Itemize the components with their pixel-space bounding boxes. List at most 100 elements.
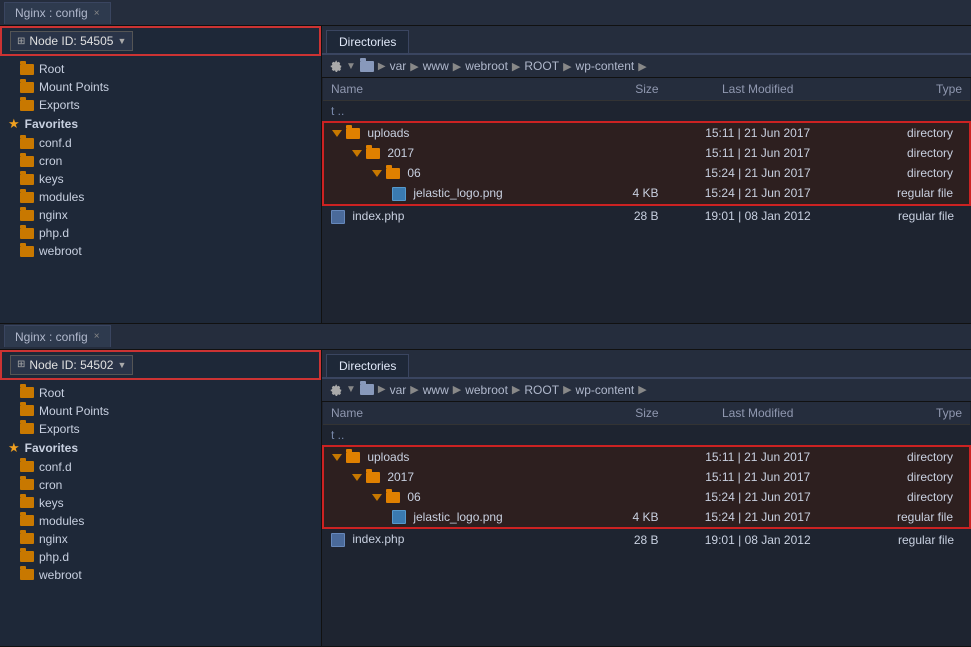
gear-button[interactable] (330, 60, 342, 72)
sidebar-item-webroot[interactable]: webroot (0, 566, 321, 584)
expand-icon[interactable] (372, 170, 382, 177)
table-row[interactable]: t .. (323, 101, 970, 123)
column-header-type[interactable]: Type (849, 402, 970, 425)
breadcrumb-item[interactable]: var (390, 59, 407, 73)
node-id-selector[interactable]: ⊞Node ID: 54505▼ (10, 31, 133, 51)
table-row[interactable]: uploads15:11 | 21 Jun 2017directory (323, 446, 970, 467)
file-name: 2017 (323, 467, 604, 487)
panel-tab-close[interactable]: × (94, 8, 100, 19)
table-row[interactable]: index.php28 B19:01 | 08 Jan 2012regular … (323, 205, 970, 227)
node-dropdown-arrow[interactable]: ▼ (117, 360, 126, 370)
panel-tab[interactable]: Nginx : config × (4, 2, 111, 24)
breadcrumb-item[interactable]: ROOT (524, 59, 559, 73)
table-row[interactable]: jelastic_logo.png4 KB15:24 | 21 Jun 2017… (323, 183, 970, 205)
file-size (604, 143, 667, 163)
sidebar-item-php.d[interactable]: php.d (0, 548, 321, 566)
breadcrumb-item[interactable]: webroot (465, 59, 508, 73)
favorites-label: Favorites (25, 441, 78, 455)
breadcrumb-item[interactable]: www (423, 383, 449, 397)
directories-panel: Directories▼ ▶ var ▶ www ▶ webroot ▶ ROO… (322, 350, 971, 647)
directories-tab[interactable]: Directories (326, 354, 409, 377)
node-id-selector[interactable]: ⊞Node ID: 54502▼ (10, 355, 133, 375)
expand-icon[interactable] (352, 474, 362, 481)
sidebar-item-modules[interactable]: modules (0, 188, 321, 206)
file-name: jelastic_logo.png (323, 183, 604, 205)
column-header-last-modified[interactable]: Last Modified (667, 78, 849, 101)
breadcrumb-item[interactable]: www (423, 59, 449, 73)
entry-name: index.php (349, 532, 404, 546)
sidebar-item-favorites[interactable]: ★Favorites (0, 114, 321, 134)
breadcrumb-dropdown-arrow[interactable]: ▼ (346, 61, 356, 72)
expand-icon[interactable] (372, 494, 382, 501)
breadcrumb-item[interactable]: var (390, 383, 407, 397)
table-row[interactable]: index.php28 B19:01 | 08 Jan 2012regular … (323, 528, 970, 550)
column-header-size[interactable]: Size (604, 78, 667, 101)
sidebar-item-mount-points[interactable]: Mount Points (0, 402, 321, 420)
table-row[interactable]: uploads15:11 | 21 Jun 2017directory (323, 122, 970, 143)
breadcrumb-item[interactable]: ROOT (524, 383, 559, 397)
sidebar-item-root[interactable]: Root (0, 60, 321, 78)
panel-2: Nginx : config× ⊞Node ID: 54502▼ RootMount… (0, 324, 971, 647)
sidebar-item-nginx[interactable]: nginx (0, 206, 321, 224)
file-type: directory (849, 122, 970, 143)
folder-icon (20, 551, 34, 562)
node-bar: ⊞Node ID: 54502▼ (0, 350, 321, 380)
sidebar-item-webroot[interactable]: webroot (0, 242, 321, 260)
expand-icon[interactable] (332, 130, 342, 137)
expand-icon[interactable] (332, 454, 342, 461)
table-row[interactable]: jelastic_logo.png4 KB15:24 | 21 Jun 2017… (323, 507, 970, 529)
sidebar-item-exports[interactable]: Exports (0, 96, 321, 114)
breadcrumb-sep: ▶ (563, 60, 571, 73)
image-file-icon (392, 510, 406, 524)
breadcrumb-dropdown-arrow[interactable]: ▼ (346, 384, 356, 395)
panel-tab-close[interactable]: × (94, 331, 100, 342)
breadcrumb-sep: ▶ (512, 383, 520, 396)
folder-icon (20, 479, 34, 490)
sidebar-item-keys[interactable]: keys (0, 494, 321, 512)
file-modified: 15:24 | 21 Jun 2017 (667, 163, 849, 183)
table-row[interactable]: 201715:11 | 21 Jun 2017directory (323, 467, 970, 487)
table-row[interactable]: t .. (323, 424, 970, 446)
sidebar-item-keys[interactable]: keys (0, 170, 321, 188)
table-row[interactable]: 0615:24 | 21 Jun 2017directory (323, 487, 970, 507)
node-dropdown-arrow[interactable]: ▼ (117, 36, 126, 46)
sidebar-item-label: webroot (39, 244, 82, 258)
sidebar-item-exports[interactable]: Exports (0, 420, 321, 438)
column-header-name[interactable]: Name (323, 78, 604, 101)
sidebar-item-cron[interactable]: cron (0, 152, 321, 170)
folder-icon (20, 387, 34, 398)
panel-tab[interactable]: Nginx : config× (4, 325, 111, 347)
sidebar-item-cron[interactable]: cron (0, 476, 321, 494)
star-icon: ★ (8, 440, 20, 456)
column-header-size[interactable]: Size (604, 402, 667, 425)
star-icon: ★ (8, 116, 20, 132)
breadcrumb-item[interactable]: wp-content (576, 383, 635, 397)
column-header-name[interactable]: Name (323, 402, 604, 425)
sidebar-item-php.d[interactable]: php.d (0, 224, 321, 242)
file-type (849, 101, 970, 123)
directories-tab[interactable]: Directories (326, 30, 409, 53)
gear-button[interactable] (330, 384, 342, 396)
table-row[interactable]: 201715:11 | 21 Jun 2017directory (323, 143, 970, 163)
sidebar-item-label: keys (39, 172, 64, 186)
table-row[interactable]: 0615:24 | 21 Jun 2017directory (323, 163, 970, 183)
sidebar-item-modules[interactable]: modules (0, 512, 321, 530)
file-size (604, 467, 667, 487)
gear-icon (330, 60, 342, 72)
sidebar-item-conf.d[interactable]: conf.d (0, 458, 321, 476)
breadcrumb-item[interactable]: wp-content (576, 59, 635, 73)
breadcrumb-item[interactable]: webroot (465, 383, 508, 397)
column-header-last-modified[interactable]: Last Modified (667, 402, 849, 425)
sidebar-item-conf.d[interactable]: conf.d (0, 134, 321, 152)
sidebar-item-mount-points[interactable]: Mount Points (0, 78, 321, 96)
file-type: regular file (849, 183, 970, 205)
file-name: index.php (323, 205, 604, 227)
sidebar-item-nginx[interactable]: nginx (0, 530, 321, 548)
sidebar-item-favorites[interactable]: ★ Favorites (0, 438, 321, 458)
file-size (604, 163, 667, 183)
expand-icon[interactable] (352, 150, 362, 157)
folder-icon (346, 128, 360, 139)
column-header-type[interactable]: Type (849, 78, 970, 101)
sidebar-item-root[interactable]: Root (0, 384, 321, 402)
panel-tab-label: Nginx : config (15, 6, 88, 20)
